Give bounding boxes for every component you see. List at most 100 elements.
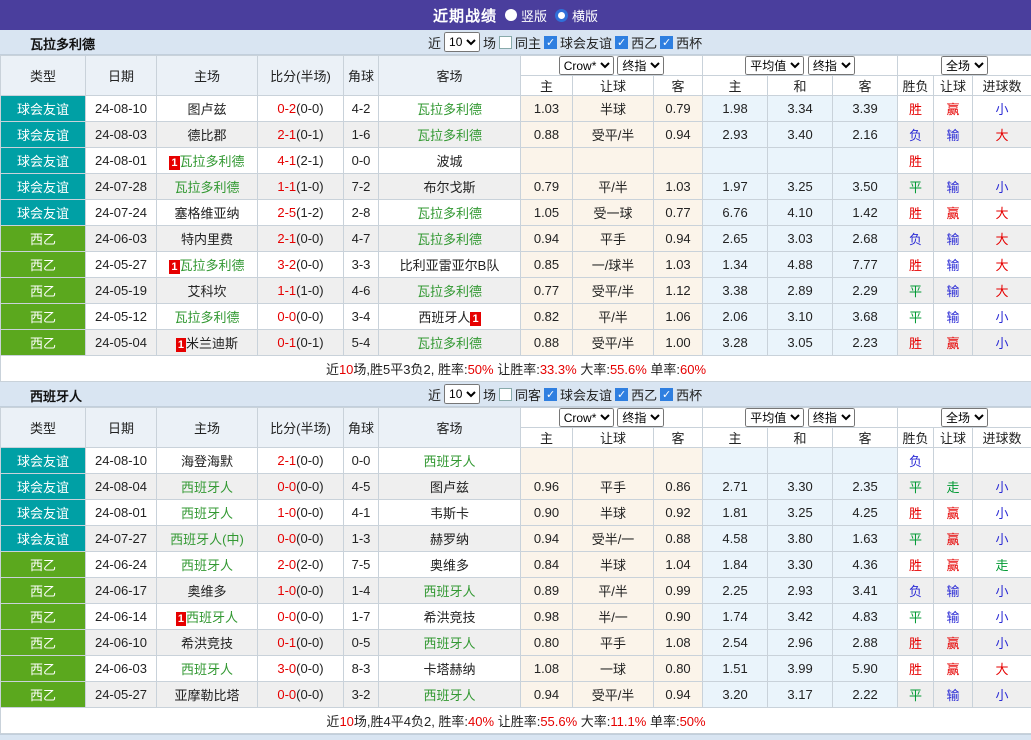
avg-home: 2.65 (703, 226, 768, 252)
avg-away: 4.36 (833, 552, 898, 578)
filter-checkbox-1[interactable]: ✓ (615, 388, 628, 401)
filter-checkbox-0[interactable]: ✓ (544, 36, 557, 49)
home-team: 塞格维亚纳 (157, 200, 258, 226)
fulltime-score: 0-0 (277, 309, 296, 324)
radio-selected-icon[interactable] (555, 9, 568, 22)
odds-home: 1.08 (521, 656, 573, 682)
odds-home: 1.03 (521, 96, 573, 122)
result-handicap: 输 (934, 578, 973, 604)
result-goals (973, 148, 1031, 174)
odds-source-select-0-1[interactable]: 终指 (617, 56, 664, 75)
away-team: 瓦拉多利德 (379, 200, 521, 226)
odds-handicap: 半球 (573, 96, 654, 122)
result-outcome: 胜 (898, 200, 934, 226)
recent-count-select[interactable]: 10 (444, 32, 480, 52)
corner-score: 3-3 (344, 252, 379, 278)
sub-header-2-2: 进球数 (973, 76, 1031, 96)
summary-segment: 大率: (577, 714, 610, 729)
odds-source-select-0-0[interactable]: Crow* (559, 56, 614, 75)
result-handicap: 赢 (934, 630, 973, 656)
filter-checkbox-1[interactable]: ✓ (615, 36, 628, 49)
fulltime-score: 4-1 (277, 153, 296, 168)
home-team: 瓦拉多利德 (157, 304, 258, 330)
col-header-1: 日期 (86, 408, 157, 448)
odds-away: 0.88 (654, 526, 703, 552)
score-cell: 2-1(0-1) (258, 122, 344, 148)
filter-checkbox-2[interactable]: ✓ (660, 36, 673, 49)
halftime-score: (0-0) (296, 583, 323, 598)
summary-segment: 55.6% (610, 362, 647, 377)
home-team-name: 图卢兹 (187, 102, 226, 117)
result-outcome: 平 (898, 278, 934, 304)
odds-source-select-2-0[interactable]: 全场 (941, 56, 988, 75)
home-team: 图卢兹 (157, 96, 258, 122)
radio-unselected-icon[interactable] (505, 9, 517, 21)
home-team-name: 奥维多 (187, 584, 226, 599)
match-date: 24-06-17 (86, 578, 157, 604)
home-team-name: 米兰迪斯 (186, 336, 238, 351)
corner-score: 4-1 (344, 500, 379, 526)
avg-home: 1.34 (703, 252, 768, 278)
corner-score: 4-5 (344, 474, 379, 500)
avg-draw: 3.80 (768, 526, 833, 552)
odds-home: 0.84 (521, 552, 573, 578)
layout-radio-vertical[interactable]: 竖版 (505, 6, 547, 25)
away-team: 瓦拉多利德 (379, 330, 521, 356)
away-team: 瓦拉多利德 (379, 278, 521, 304)
odds-source-select-1-0[interactable]: 平均值 (745, 56, 804, 75)
avg-draw: 3.05 (768, 330, 833, 356)
odds-away: 1.06 (654, 304, 703, 330)
recent-count-select[interactable]: 10 (444, 384, 480, 404)
fulltime-score: 0-0 (277, 531, 296, 546)
col-header-2: 主场 (157, 56, 258, 96)
fulltime-score: 2-1 (277, 231, 296, 246)
summary-row: 近10场,胜5平3负2, 胜率:50% 让胜率:33.3% 大率:55.6% 单… (1, 356, 1031, 382)
match-type-cell: 西乙 (1, 656, 86, 682)
odds-source-select-1-1[interactable]: 终指 (808, 408, 855, 427)
same-venue-checkbox[interactable] (499, 388, 512, 401)
score-cell: 0-0(0-0) (258, 474, 344, 500)
avg-away: 2.22 (833, 682, 898, 708)
layout-radio-horizontal[interactable]: 横版 (555, 6, 598, 25)
avg-draw (768, 148, 833, 174)
away-team-name: 希洪竞技 (423, 610, 475, 625)
match-date: 24-07-27 (86, 526, 157, 552)
match-type-cell: 西乙 (1, 330, 86, 356)
avg-draw: 3.25 (768, 500, 833, 526)
result-outcome: 胜 (898, 252, 934, 278)
home-team-name: 西班牙人 (181, 506, 233, 521)
match-row: 球会友谊24-08-10图卢兹0-2(0-0)4-2瓦拉多利德1.03半球0.7… (1, 96, 1031, 122)
avg-home: 4.58 (703, 526, 768, 552)
result-outcome: 胜 (898, 96, 934, 122)
odds-handicap: 平/半 (573, 578, 654, 604)
home-team: 西班牙人 (157, 656, 258, 682)
corner-score: 8-3 (344, 656, 379, 682)
result-goals: 小 (973, 604, 1031, 630)
avg-draw: 4.10 (768, 200, 833, 226)
match-row: 西乙24-05-12瓦拉多利德0-0(0-0)3-4西班牙人10.82平/半1.… (1, 304, 1031, 330)
result-goals: 大 (973, 278, 1031, 304)
match-row: 球会友谊24-08-04西班牙人0-0(0-0)4-5图卢兹0.96平手0.86… (1, 474, 1031, 500)
odds-source-select-0-0[interactable]: Crow* (559, 408, 614, 427)
same-venue-checkbox[interactable] (499, 36, 512, 49)
odds-handicap: 平手 (573, 630, 654, 656)
match-date: 24-06-14 (86, 604, 157, 630)
halftime-score: (0-0) (296, 101, 323, 116)
odds-source-select-1-0[interactable]: 平均值 (745, 408, 804, 427)
sub-header-2-0: 胜负 (898, 76, 934, 96)
sub-header-1-1: 和 (768, 428, 833, 448)
odds-source-select-2-0[interactable]: 全场 (941, 408, 988, 427)
filter-label-1: 西乙 (631, 33, 657, 52)
result-handicap: 赢 (934, 526, 973, 552)
games-label: 场 (483, 385, 496, 404)
result-handicap: 输 (934, 682, 973, 708)
fulltime-score: 1-1 (277, 179, 296, 194)
odds-source-select-1-1[interactable]: 终指 (808, 56, 855, 75)
sub-header-1-0: 主 (703, 428, 768, 448)
avg-away: 2.35 (833, 474, 898, 500)
filter-checkbox-2[interactable]: ✓ (660, 388, 673, 401)
halftime-score: (0-0) (296, 231, 323, 246)
filter-checkbox-0[interactable]: ✓ (544, 388, 557, 401)
corner-score: 1-7 (344, 604, 379, 630)
odds-source-select-0-1[interactable]: 终指 (617, 408, 664, 427)
